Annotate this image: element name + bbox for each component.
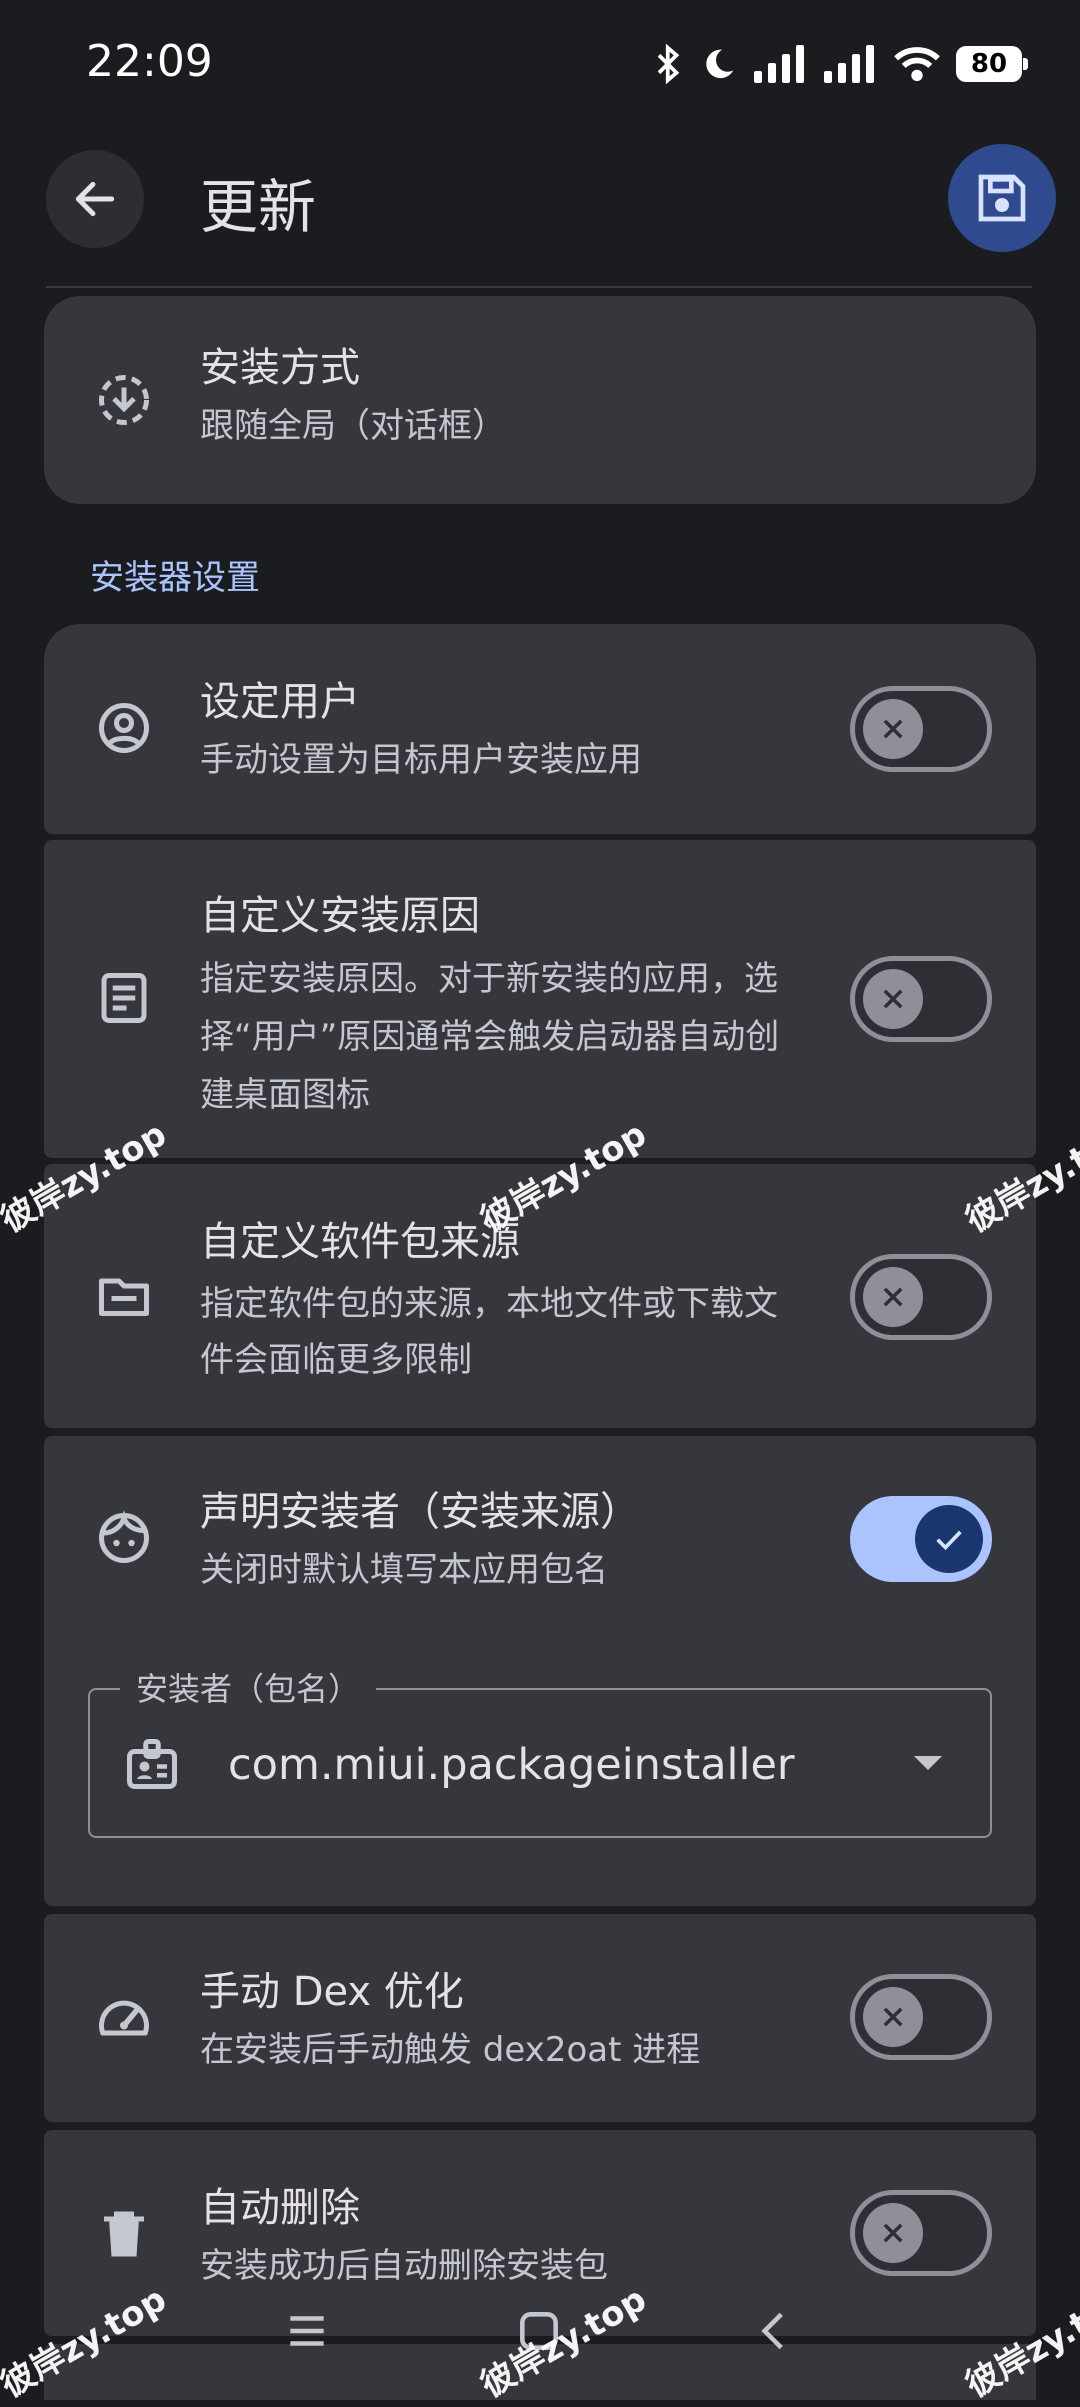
dropdown-value: com.miui.packageinstaller [228,1740,795,1790]
article-icon [92,966,156,1030]
custom-install-reason-switch[interactable] [850,956,992,1042]
install-method-summary: 跟随全局（对话框） [200,406,506,446]
dropdown-label: 安装者（包名） [120,1664,377,1710]
face-icon [92,1506,156,1570]
back-nav-icon[interactable] [750,2306,800,2356]
battery-icon: 80 [956,46,1028,82]
setting-set-user[interactable]: 设定用户 手动设置为目标用户安装应用 [44,624,1036,834]
switch-knob [863,1267,923,1327]
setting-summary: 安装成功后自动删除安装包 [200,2246,608,2286]
speed-gauge-icon [92,1986,156,2050]
switch-knob [863,1987,923,2047]
switch-knob [863,969,923,1029]
app-bar-divider [46,286,1032,288]
close-icon [883,2223,903,2243]
wifi-icon [894,47,940,82]
setting-title: 自动删除 [200,2185,360,2231]
setting-title: 自定义安装原因 [200,893,480,939]
setting-title: 手动 Dex 优化 [200,1969,464,2015]
account-circle-icon [92,696,156,760]
manual-dex-optimize-switch[interactable] [850,1974,992,2060]
signal-icon-2 [824,45,874,83]
app-bar: 更新 [0,140,1080,260]
setting-summary: 指定软件包的来源，本地文件或下载文件会面临更多限制 [200,1284,778,1380]
auto-delete-switch[interactable] [850,2190,992,2276]
menu-icon[interactable] [282,2306,332,2356]
switch-knob [863,699,923,759]
custom-package-source-switch[interactable] [850,1254,992,1340]
setting-summary: 关闭时默认填写本应用包名 [200,1550,608,1590]
install-method-item[interactable]: 安装方式 跟随全局（对话框） [44,296,1036,504]
badge-icon [122,1734,182,1798]
setting-title: 设定用户 [200,679,360,725]
arrow-back-icon [75,181,115,217]
close-icon [883,989,903,1009]
switch-knob [915,1505,983,1573]
installer-package-dropdown[interactable]: 安装者（包名） com.miui.packageinstaller [88,1664,992,1838]
folder-icon [92,1264,156,1328]
status-time: 22:09 [86,36,213,87]
switch-knob [863,2203,923,2263]
save-button[interactable] [948,144,1056,252]
close-icon [883,719,903,739]
set-user-switch[interactable] [850,686,992,772]
signal-icon [754,45,804,83]
setting-manual-dex-optimize[interactable]: 手动 Dex 优化 在安装后手动触发 dex2oat 进程 [44,1914,1036,2122]
bluetooth-icon [657,44,680,84]
delete-icon [92,2202,156,2266]
page-title: 更新 [200,173,317,241]
close-icon [883,2007,903,2027]
status-bar: 22:09 80 [0,0,1080,130]
setting-summary: 指定安装原因。对于新安装的应用，选择“用户”原因通常会触发启动器自动创建桌面图标 [200,959,780,1115]
declare-installer-switch[interactable] [850,1496,992,1582]
download-circle-icon [92,368,156,432]
status-icons: 80 [654,44,1028,84]
setting-summary: 手动设置为目标用户安装应用 [200,740,642,780]
setting-declare-installer: 声明安装者（安装来源） 关闭时默认填写本应用包名 安装者（包名） com.miu… [44,1436,1036,1906]
setting-title: 声明安装者（安装来源） [200,1489,640,1535]
setting-title: 自定义软件包来源 [200,1219,520,1265]
setting-summary: 在安装后手动触发 dex2oat 进程 [200,2030,701,2070]
install-method-title: 安装方式 [200,345,360,391]
setting-custom-install-reason[interactable]: 自定义安装原因 指定安装原因。对于新安装的应用，选择“用户”原因通常会触发启动器… [44,840,1036,1158]
save-icon [978,174,1026,222]
close-icon [883,1287,903,1307]
back-button[interactable] [46,150,144,248]
dropdown-arrow-icon[interactable] [914,1756,942,1770]
check-icon [936,1530,962,1551]
do-not-disturb-moon-icon [706,49,734,79]
section-header-installer-settings: 安装器设置 [90,558,260,598]
